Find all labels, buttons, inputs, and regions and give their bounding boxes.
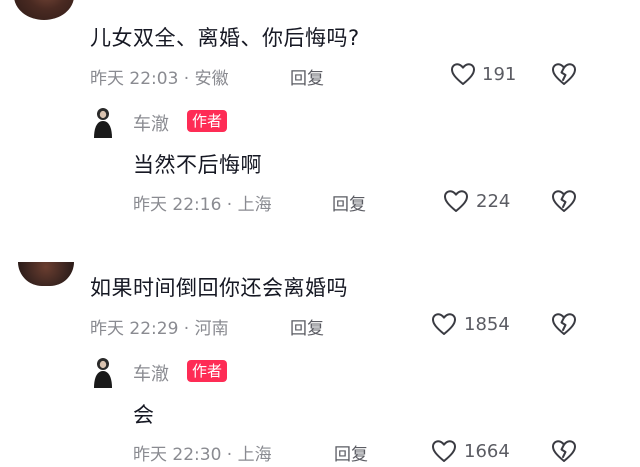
heart-outline-icon [432,313,456,335]
broken-heart-icon [552,313,576,335]
dislike-button[interactable] [551,189,577,217]
dislike-button[interactable] [551,312,577,340]
reply-text: 当然不后悔啊 [133,153,262,177]
like-count: 224 [476,191,511,212]
like-button[interactable] [443,189,469,217]
comment-time: 昨天 22:03 [90,69,179,89]
reply-meta: 昨天 22:16 · 上海 [133,190,272,215]
author-avatar[interactable] [90,106,116,138]
reply-text: 会 [133,403,155,427]
author-badge: 作者 [187,360,228,382]
comment-meta: 昨天 22:29 · 河南 [90,314,229,339]
heart-outline-icon [451,63,475,85]
like-button[interactable] [450,62,476,90]
like-count: 1664 [464,441,510,462]
reply-location: 上海 [237,195,272,215]
comment-time: 昨天 22:29 [90,319,179,339]
like-button[interactable] [431,312,457,340]
commenter-avatar[interactable] [14,0,74,20]
meta-separator: · [221,445,238,465]
heart-outline-icon [444,190,468,212]
author-name[interactable]: 车澈 [133,360,169,386]
comment-location: 河南 [194,319,229,339]
reply-time: 昨天 22:16 [133,195,222,215]
heart-outline-icon [432,440,456,462]
dislike-button[interactable] [551,439,577,467]
reply-button[interactable]: 回复 [332,190,366,215]
comment-meta: 昨天 22:03 · 安徽 [90,64,229,89]
broken-heart-icon [552,63,576,85]
like-button[interactable] [431,439,457,467]
reply-meta: 昨天 22:30 · 上海 [133,440,272,465]
like-count: 191 [482,64,517,85]
meta-separator: · [221,195,238,215]
comment-location: 安徽 [194,69,229,89]
reply-location: 上海 [237,445,272,465]
meta-separator: · [178,319,195,339]
author-badge: 作者 [187,110,228,132]
commenter-avatar[interactable] [18,262,74,286]
reply-button[interactable]: 回复 [334,440,368,465]
broken-heart-icon [552,440,576,462]
broken-heart-icon [552,190,576,212]
reply-button[interactable]: 回复 [290,314,324,339]
author-name[interactable]: 车澈 [133,110,169,136]
dislike-button[interactable] [551,62,577,90]
comment-text: 如果时间倒回你还会离婚吗 [90,276,348,300]
reply-time: 昨天 22:30 [133,445,222,465]
like-count: 1854 [464,314,510,335]
reply-button[interactable]: 回复 [290,64,324,89]
author-avatar[interactable] [90,356,116,388]
meta-separator: · [178,69,195,89]
comment-text: 儿女双全、离婚、你后悔吗? [90,26,360,50]
